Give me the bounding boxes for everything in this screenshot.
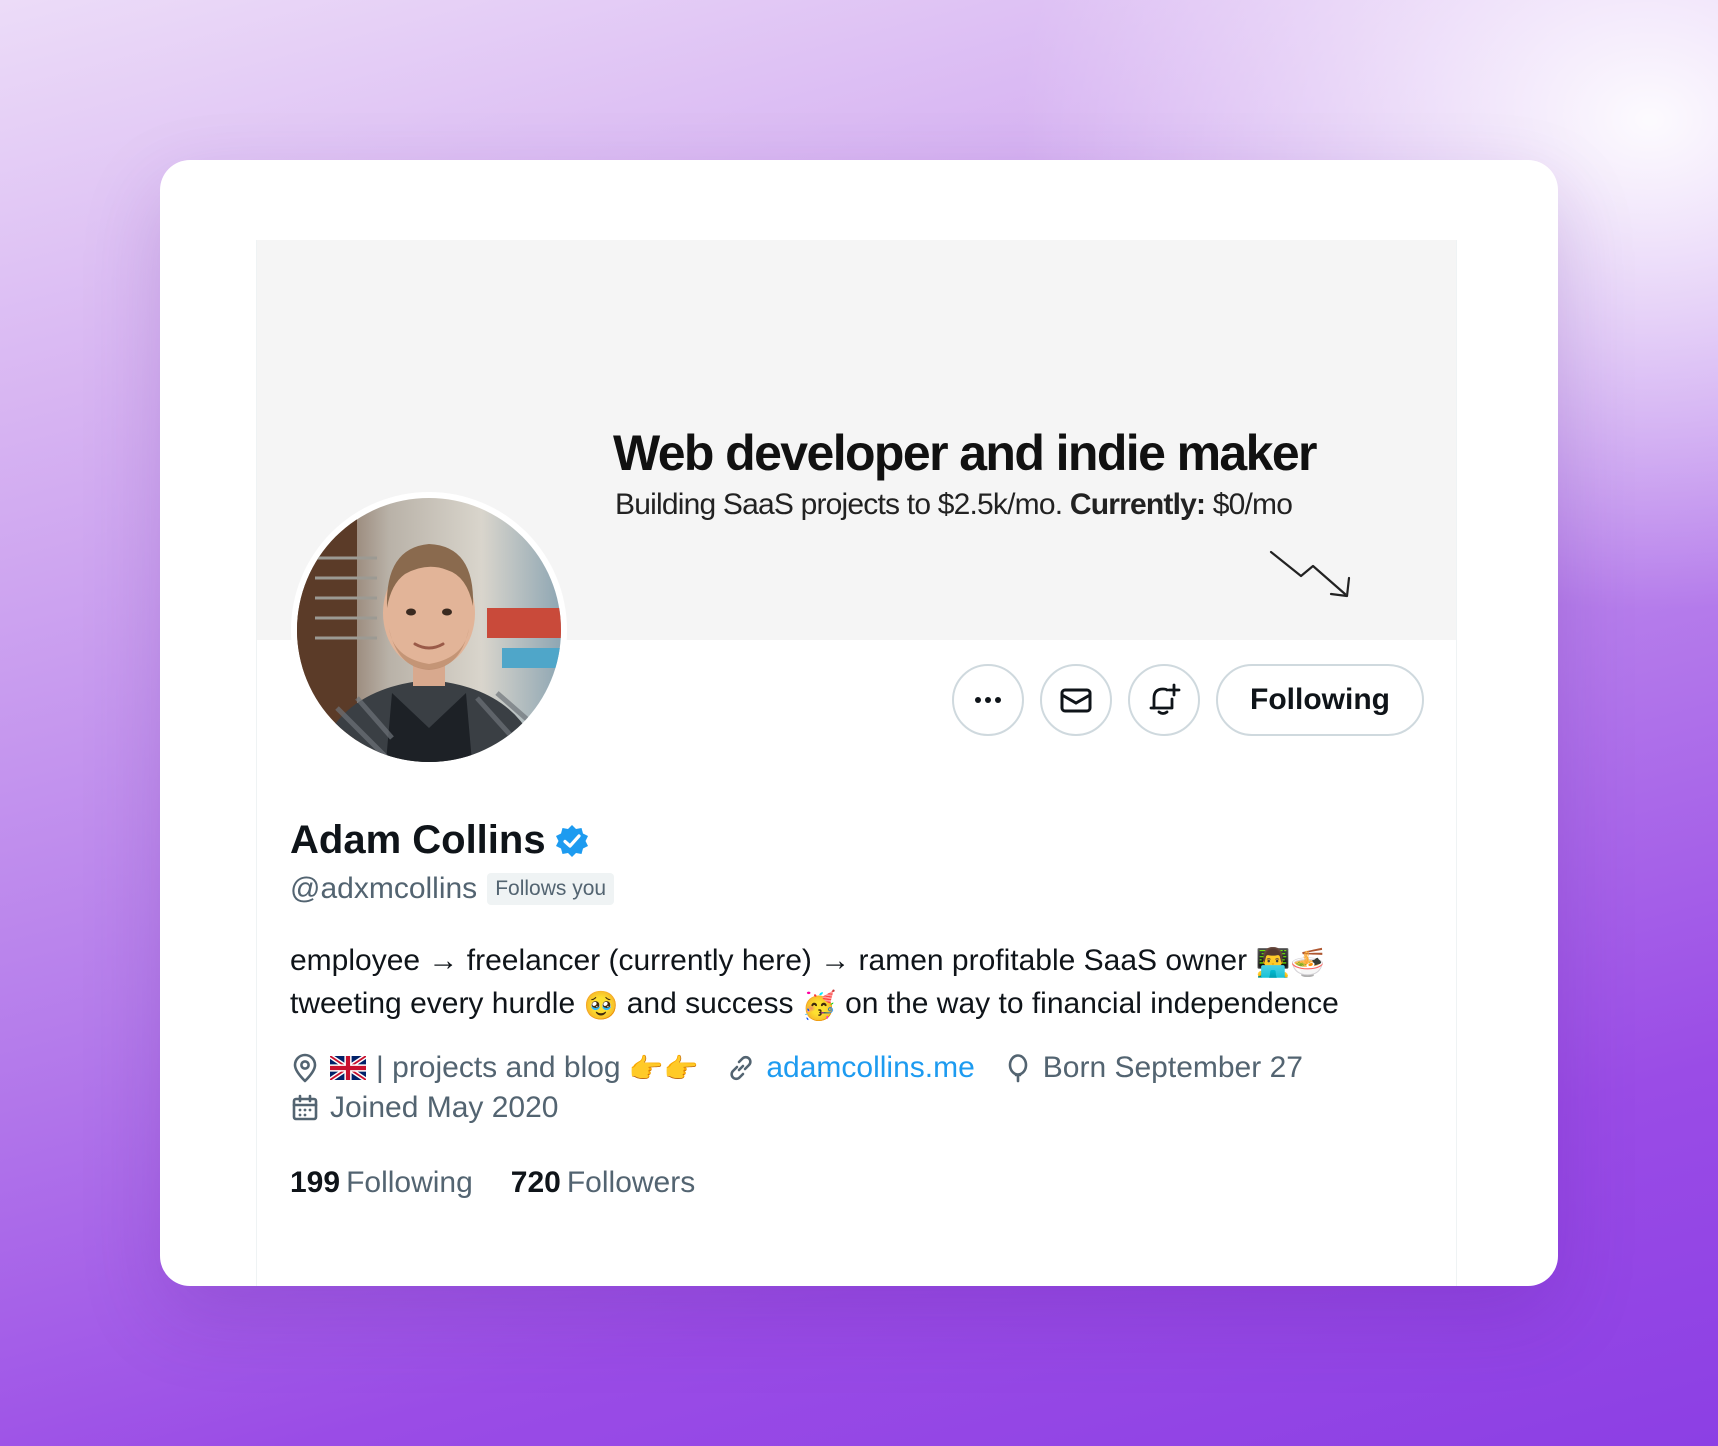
name-row: Adam Collins	[290, 818, 590, 863]
following-stat[interactable]: 199 Following	[290, 1166, 473, 1200]
link-icon	[730, 1055, 752, 1081]
meta-row-1: | projects and blog 👉👉 adamcollins.me Bo…	[290, 1048, 1440, 1088]
birthday-text: Born September 27	[1042, 1051, 1303, 1084]
website-link[interactable]: adamcollins.me	[766, 1051, 974, 1085]
follows-you-badge: Follows you	[487, 873, 615, 905]
trend-down-arrow-icon	[1269, 550, 1351, 598]
avatar-photo	[297, 498, 561, 762]
location-pin-icon	[293, 1053, 317, 1083]
message-button[interactable]	[1040, 664, 1113, 736]
display-name: Adam Collins	[290, 818, 546, 862]
envelope-icon	[1060, 688, 1092, 713]
calendar-icon	[292, 1094, 318, 1121]
notifications-button[interactable]	[1128, 664, 1201, 736]
followers-count: 720	[510, 1166, 561, 1199]
bell-plus-icon	[1149, 683, 1181, 715]
balloon-icon	[1008, 1054, 1028, 1083]
bio-line-2: tweeting every hurdle 🥹 and success 🥳 on…	[290, 983, 1440, 1026]
follow-stats: 199 Following 720 Followers	[290, 1166, 733, 1200]
profile-card: Web developer and indie maker Building S…	[160, 160, 1558, 1286]
joined: Joined May 2020	[290, 1091, 559, 1125]
banner-subtitle: Building SaaS projects to $2.5k/mo. Curr…	[615, 488, 1293, 522]
followers-label: Followers	[566, 1166, 696, 1199]
technologist-ramen-emoji: 👨‍💻🍜	[1255, 946, 1326, 979]
avatar[interactable]	[291, 492, 567, 768]
profile-column: Web developer and indie maker Building S…	[256, 240, 1457, 1286]
location: | projects and blog 👉👉	[290, 1051, 698, 1085]
joined-text: Joined May 2020	[330, 1091, 559, 1124]
banner-subtitle-prefix: Building SaaS projects to $2.5k/mo.	[615, 488, 1063, 521]
birthday: Born September 27	[1003, 1051, 1303, 1085]
party-face-emoji: 🥳	[801, 989, 837, 1022]
bio-text-2b: and success	[626, 987, 794, 1020]
handle-row: @adxmcollins Follows you	[290, 872, 615, 906]
profile-actions: Following	[952, 664, 1424, 736]
meta-row-2: Joined May 2020	[290, 1088, 1440, 1128]
more-horizontal-icon	[975, 697, 1002, 703]
bio-text-2a: tweeting every hurdle	[290, 987, 576, 1020]
more-button[interactable]	[952, 664, 1025, 736]
followers-stat[interactable]: 720 Followers	[511, 1166, 695, 1200]
bio-line-1: employee → freelancer (currently here) →…	[290, 940, 1440, 983]
bio: employee → freelancer (currently here) →…	[290, 940, 1440, 1026]
user-handle: @adxmcollins	[290, 872, 478, 905]
bio-text-1: employee → freelancer (currently here) →…	[290, 944, 1248, 977]
banner-title: Web developer and indie maker	[613, 425, 1318, 481]
bio-text-2c: on the way to financial independence	[845, 987, 1339, 1020]
following-label: Following	[346, 1166, 473, 1199]
banner-subtitle-bold: Currently:	[1069, 488, 1206, 521]
following-count: 199	[290, 1166, 341, 1199]
following-button[interactable]: Following	[1216, 664, 1424, 736]
uk-flag-icon	[330, 1056, 366, 1080]
holding-back-tears-emoji: 🥹	[583, 989, 619, 1022]
profile-meta: | projects and blog 👉👉 adamcollins.me Bo…	[290, 1048, 1440, 1128]
banner-subtitle-suffix: $0/mo	[1212, 488, 1293, 521]
verified-badge-icon[interactable]	[554, 823, 590, 859]
location-text: | projects and blog	[376, 1051, 621, 1084]
website: adamcollins.me	[726, 1051, 975, 1085]
pointing-right-emoji: 👉👉	[628, 1051, 699, 1085]
